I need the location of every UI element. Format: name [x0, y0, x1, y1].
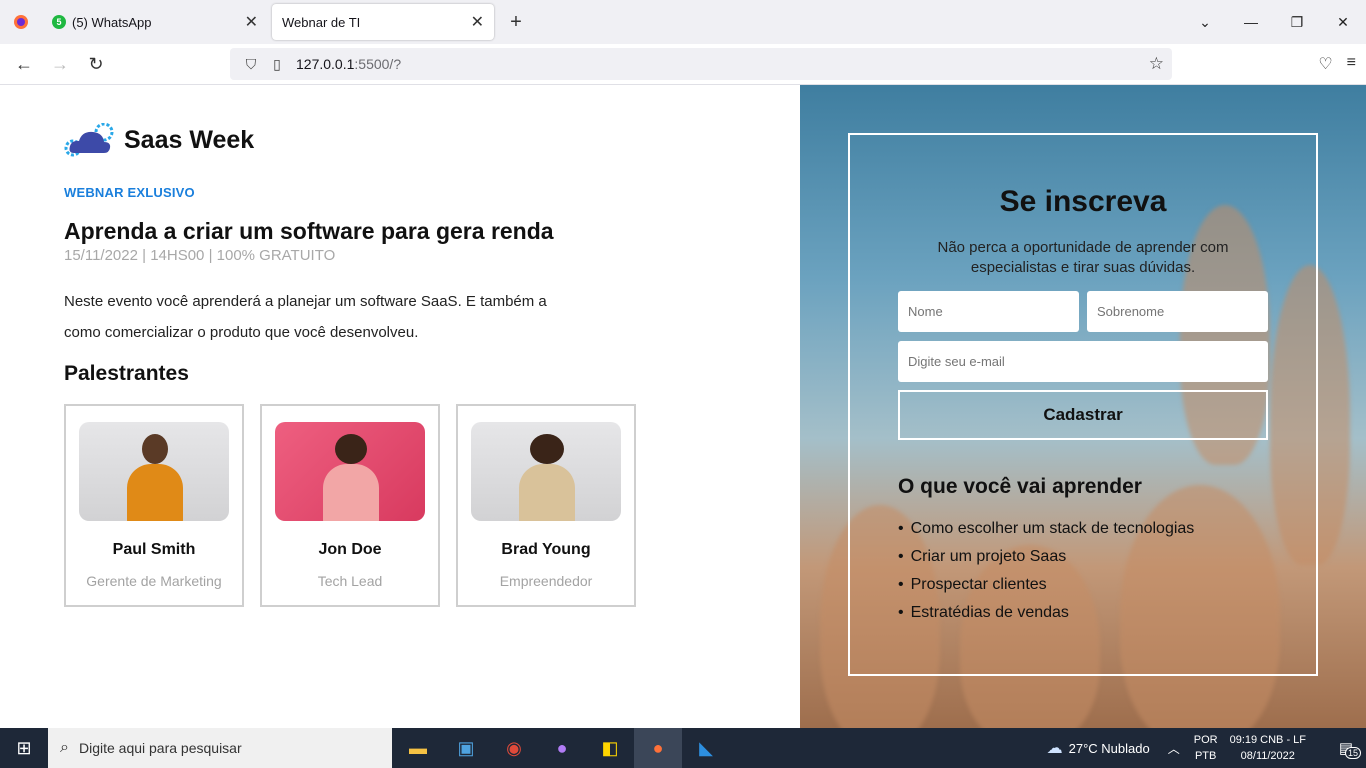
form-title: Se inscreva [999, 185, 1167, 218]
back-icon[interactable]: ← [6, 54, 42, 75]
cloud-gear-icon [64, 123, 114, 157]
restore-icon[interactable]: ❐ [1274, 14, 1320, 31]
learn-list: Como escolher um stack de tecnologias Cr… [898, 515, 1195, 627]
vscode-icon[interactable]: ◣ [682, 728, 730, 768]
signup-frame: Se inscreva Não perca a oportunidade de … [848, 133, 1318, 676]
sticky-notes-icon[interactable]: ◧ [586, 728, 634, 768]
minimize-icon[interactable]: — [1228, 14, 1274, 30]
form-subtitle: Não perca a oportunidade de aprender com… [937, 239, 1229, 276]
notification-center-icon[interactable]: ▤ 15 [1326, 739, 1366, 759]
tab-label: Webnar de TI [282, 14, 361, 30]
firefox-menu-icon[interactable] [0, 0, 42, 44]
new-tab-icon[interactable]: + [504, 11, 528, 34]
logo: Saas Week [64, 123, 254, 157]
speaker-card: Brad Young Empreendedor [456, 404, 636, 607]
bookmark-star-icon[interactable]: ☆ [1149, 54, 1164, 74]
taskbar: ⊞ ⌕ Digite aqui para pesquisar ▬ ▣ ◉ ● ◧… [0, 728, 1366, 768]
shield-icon[interactable]: ⛉ [238, 56, 264, 73]
page-icon: ▯ [273, 55, 281, 72]
windows-start-icon[interactable]: ⊞ [0, 728, 48, 768]
event-meta: 15/11/2022 | 14HS00 | 100% GRATUITO [64, 247, 336, 264]
file-explorer-icon[interactable]: ▬ [394, 728, 442, 768]
speaker-role: Tech Lead [317, 573, 383, 589]
url-text: 127.0.0.1:5500/? [296, 56, 402, 72]
store-icon[interactable]: ▣ [442, 728, 490, 768]
speaker-name: Jon Doe [318, 541, 382, 558]
language-indicator[interactable]: POR PTB [1194, 732, 1218, 764]
event-description: Neste evento você aprenderá a planejar u… [64, 293, 547, 341]
browser-navbar: ← → ↻ ⛉ ▯ 127.0.0.1:5500/? ☆ ♡ ≡ [0, 44, 1366, 85]
chrome-icon[interactable]: ◉ [490, 728, 538, 768]
close-tab-icon[interactable]: ✕ [245, 12, 258, 32]
reload-icon[interactable]: ↻ [78, 54, 114, 75]
chevron-up-icon[interactable]: ︿ [1168, 740, 1180, 757]
list-item: Criar um projeto Saas [898, 543, 1194, 571]
email-input[interactable] [898, 341, 1268, 382]
page-title: Aprenda a criar um software para gera re… [64, 218, 554, 244]
search-placeholder: Digite aqui para pesquisar [78, 740, 242, 756]
cloud-icon: ☁ [1046, 740, 1063, 757]
speaker-role: Gerente de Marketing [86, 573, 222, 589]
weather-text[interactable]: 27°C Nublado [1069, 741, 1150, 756]
tab-webinar[interactable]: Webnar de TI ✕ [272, 4, 494, 40]
speaker-list: Paul Smith Gerente de Marketing Jon Doe … [64, 404, 636, 607]
speaker-name: Paul Smith [112, 541, 196, 558]
pocket-icon[interactable]: ♡ [1318, 54, 1332, 74]
first-name-input[interactable] [898, 291, 1079, 332]
close-tab-icon[interactable]: ✕ [471, 12, 484, 32]
menu-icon[interactable]: ≡ [1347, 54, 1356, 74]
speaker-photo [275, 422, 425, 521]
speaker-name: Brad Young [501, 541, 591, 558]
logo-title: Saas Week [124, 125, 255, 154]
github-icon[interactable]: ● [538, 728, 586, 768]
firefox-icon[interactable]: ● [634, 728, 682, 768]
submit-button[interactable]: Cadastrar [898, 390, 1268, 440]
tab-whatsapp[interactable]: 5 (5) WhatsApp ✕ [42, 4, 268, 40]
speaker-card: Jon Doe Tech Lead [260, 404, 440, 607]
taskbar-search[interactable]: ⌕ Digite aqui para pesquisar [48, 728, 392, 768]
list-tabs-icon[interactable]: ⌄ [1182, 14, 1228, 31]
clock[interactable]: 09:19 CNB - LF 08/11/2022 [1230, 732, 1306, 764]
signup-panel: Se inscreva Não perca a oportunidade de … [800, 85, 1366, 728]
learn-title: O que você vai aprender [898, 475, 1142, 498]
event-kicker: WEBNAR EXLUSIVO [64, 185, 195, 200]
search-icon: ⌕ [60, 739, 69, 756]
speaker-role: Empreendedor [499, 573, 593, 589]
speaker-photo [79, 422, 229, 521]
tab-label: (5) WhatsApp [72, 14, 152, 30]
url-bar[interactable]: ⛉ ▯ 127.0.0.1:5500/? ☆ [230, 48, 1172, 80]
list-item: Como escolher um stack de tecnologias [898, 515, 1195, 543]
speakers-title: Palestrantes [64, 362, 189, 385]
last-name-input[interactable] [1087, 291, 1268, 332]
speaker-card: Paul Smith Gerente de Marketing [64, 404, 244, 607]
list-item: Prospectar clientes [898, 571, 1194, 599]
close-window-icon[interactable]: ✕ [1320, 14, 1366, 31]
forward-icon[interactable]: → [42, 54, 78, 75]
page-content: Saas Week WEBNAR EXLUSIVO Aprenda a cria… [0, 85, 1366, 728]
window-controls: ⌄ — ❐ ✕ [1182, 0, 1366, 44]
event-info: Saas Week WEBNAR EXLUSIVO Aprenda a cria… [0, 85, 800, 728]
whatsapp-icon: 5 [52, 15, 66, 29]
browser-tabbar: 5 (5) WhatsApp ✕ Webnar de TI ✕ + ⌄ — ❐ … [0, 0, 1366, 44]
speaker-photo [471, 422, 621, 521]
list-item: Estratédias de vendas [898, 599, 1194, 627]
